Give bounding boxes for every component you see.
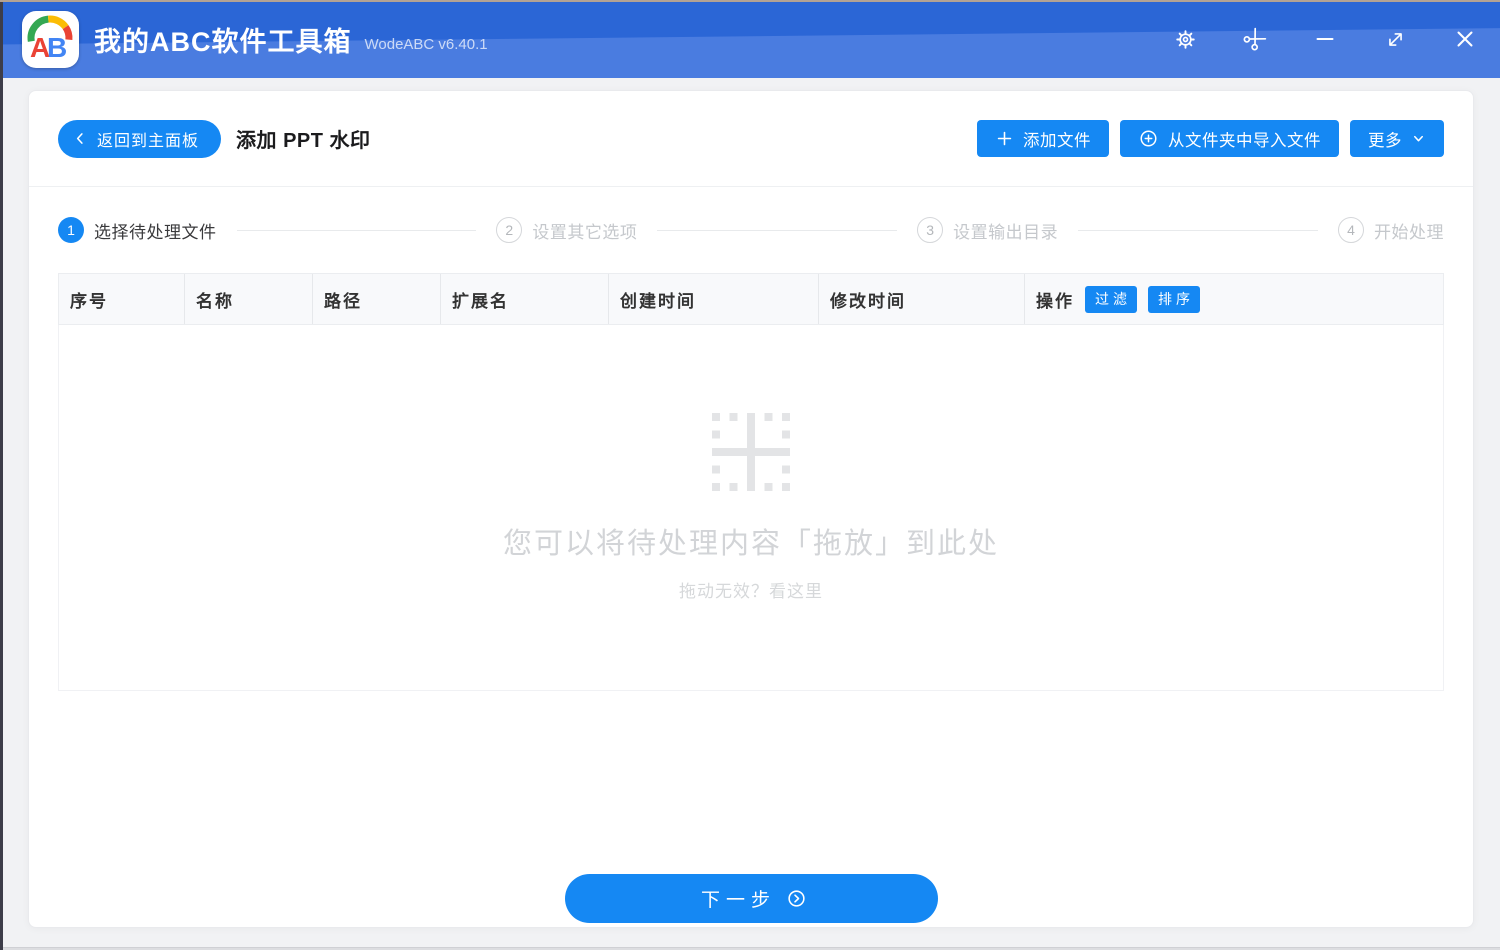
- step-3-number: 3: [917, 217, 944, 243]
- step-2-label: 设置其它选项: [532, 222, 638, 242]
- drop-target-icon: [712, 413, 790, 491]
- app-title: 我的ABC软件工具箱: [94, 26, 352, 57]
- sort-button[interactable]: 排序: [1148, 285, 1200, 313]
- back-button-label: 返回到主面板: [97, 132, 200, 150]
- circle-arrow-right-icon: [788, 890, 805, 907]
- minimize-button[interactable]: [1305, 19, 1345, 59]
- step-4-number: 4: [1337, 217, 1364, 243]
- settings-button[interactable]: [1165, 19, 1205, 59]
- logo-letter-b: B: [47, 32, 67, 63]
- step-4-start-process[interactable]: 4 开始处理: [1337, 217, 1444, 243]
- step-1-select-files[interactable]: 1 选择待处理文件: [58, 217, 217, 243]
- step-2-number: 2: [496, 217, 523, 243]
- step-connector: [657, 229, 898, 231]
- close-button[interactable]: [1445, 19, 1485, 59]
- gear-icon: [1175, 29, 1195, 49]
- step-3-label: 设置输出目录: [953, 222, 1059, 242]
- add-files-button[interactable]: 添加文件: [977, 120, 1109, 157]
- step-1-label: 选择待处理文件: [94, 222, 217, 242]
- titlebar: A B 我的ABC软件工具箱 WodeABC v6.40.1: [0, 0, 1500, 78]
- diagonal-resize-icon: [1388, 32, 1402, 46]
- next-step-label: 下一步: [700, 890, 776, 911]
- drop-zone-help-link[interactable]: 拖动无效？看这里: [679, 577, 823, 602]
- chevron-down-icon: [1414, 135, 1423, 142]
- import-from-folder-label: 从文件夹中导入文件: [1168, 131, 1321, 150]
- titlebar-actions: [1165, 19, 1485, 59]
- plus-icon: [997, 131, 1012, 146]
- column-header-index: 序号: [59, 274, 185, 324]
- app-logo: A B: [22, 10, 79, 68]
- drop-zone-hint: 您可以将待处理内容「拖放」到此处: [502, 528, 999, 560]
- card-footer: 下一步: [29, 874, 1473, 927]
- add-files-label: 添加文件: [1023, 131, 1091, 150]
- header-actions: 添加文件 从文件夹中导入文件 更多: [977, 120, 1444, 157]
- step-4-label: 开始处理: [1373, 222, 1444, 242]
- column-header-path: 路径: [313, 274, 441, 324]
- next-step-button[interactable]: 下一步: [564, 874, 938, 923]
- scissors-icon: [1243, 27, 1267, 51]
- step-2-other-options[interactable]: 2 设置其它选项: [496, 217, 637, 243]
- file-table-header: 序号 名称 路径 扩展名 创建时间 修改时间 操作 过滤 排序: [58, 273, 1444, 325]
- screen-left-edge: [0, 2, 3, 950]
- column-header-created-time: 创建时间: [609, 274, 819, 324]
- back-to-dashboard-button[interactable]: 返回到主面板: [58, 119, 222, 158]
- more-label: 更多: [1368, 131, 1402, 150]
- minus-icon: [1316, 38, 1334, 40]
- filter-button[interactable]: 过滤: [1085, 285, 1137, 313]
- column-header-extension: 扩展名: [441, 274, 609, 324]
- step-connector: [1078, 229, 1318, 231]
- file-drop-zone[interactable]: 您可以将待处理内容「拖放」到此处 拖动无效？看这里: [58, 325, 1444, 691]
- chevron-left-icon: [76, 133, 83, 144]
- column-header-name: 名称: [185, 274, 313, 324]
- main-card: 返回到主面板 添加 PPT 水印 添加文件 从文件夹中导入文件 更多 1 选择待…: [28, 90, 1474, 928]
- page-title: 添加 PPT 水印: [236, 130, 371, 152]
- screen-top-edge: [0, 0, 1500, 2]
- column-header-modified-time: 修改时间: [819, 274, 1025, 324]
- close-icon: [1457, 31, 1473, 47]
- more-button[interactable]: 更多: [1350, 120, 1444, 157]
- resize-button[interactable]: [1375, 19, 1415, 59]
- card-header: 返回到主面板 添加 PPT 水印 添加文件 从文件夹中导入文件 更多: [29, 91, 1473, 187]
- step-1-number: 1: [58, 217, 84, 243]
- snip-button[interactable]: [1235, 19, 1275, 59]
- app-version: WodeABC v6.40.1: [364, 35, 488, 53]
- import-from-folder-button[interactable]: 从文件夹中导入文件: [1120, 120, 1339, 157]
- app-logo-icon: A B: [27, 15, 72, 63]
- column-header-actions: 操作 过滤 排序: [1025, 274, 1443, 324]
- step-3-output-dir[interactable]: 3 设置输出目录: [917, 217, 1058, 243]
- step-wizard: 1 选择待处理文件 2 设置其它选项 3 设置输出目录 4 开始处理: [29, 187, 1473, 273]
- circle-plus-icon: [1140, 130, 1157, 147]
- step-connector: [236, 229, 477, 231]
